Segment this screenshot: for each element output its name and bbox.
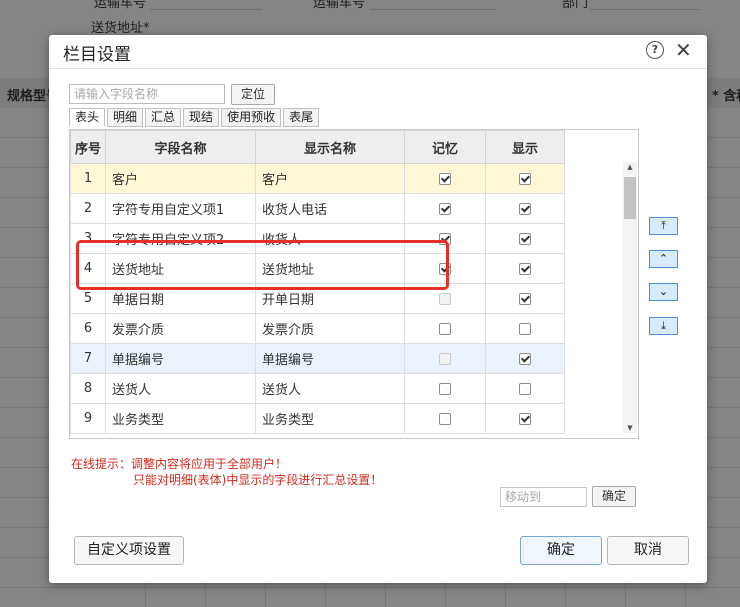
tab-detail[interactable]: 明细 [107,108,144,127]
tab-footer[interactable]: 表尾 [283,108,320,127]
row-display-name: 业务类型 [255,403,405,434]
close-icon[interactable]: ✕ [675,38,692,62]
memory-cell [404,313,486,344]
row-number: 6 [70,313,106,344]
row-number: 1 [70,163,106,194]
show-cell [485,193,565,224]
show-checkbox[interactable] [519,262,531,275]
show-checkbox[interactable] [519,172,531,185]
memory-checkbox[interactable] [439,412,451,425]
tab-header[interactable]: 表头 [69,108,106,127]
move-to-confirm-button[interactable]: 确定 [592,486,636,507]
row-number: 2 [70,193,106,224]
tab-summary[interactable]: 汇总 [145,108,182,127]
show-checkbox[interactable] [519,292,531,305]
memory-cell [404,403,486,434]
move-top-button[interactable]: ⤒ [649,217,678,235]
bg-label-address: 送货地址* [91,21,150,36]
move-to-input[interactable] [500,487,587,507]
column-settings-dialog: 栏目设置 ? ✕ 定位 表头 明细 汇总 现结 使用预收 表尾 序号 字段名称 … [49,35,707,583]
row-field-name: 送货人 [105,373,256,404]
show-cell [485,403,565,434]
move-down-button[interactable]: ⌄ [649,283,678,301]
row-display-name: 单据编号 [255,343,405,374]
row-display-name: 收货人电话 [255,193,405,224]
show-cell [485,283,565,314]
show-checkbox[interactable] [519,412,531,425]
scroll-thumb[interactable] [624,177,636,219]
scroll-up-icon[interactable]: ▲ [623,162,637,172]
col-header-no: 序号 [70,130,106,164]
row-number: 8 [70,373,106,404]
memory-cell [404,163,486,194]
col-header-show: 显示 [485,130,565,164]
dialog-title: 栏目设置 [63,45,131,65]
col-header-field: 字段名称 [105,130,256,164]
title-divider [49,68,707,69]
row-field-name: 发票介质 [105,313,256,344]
notice-line-2: 只能对明细(表体)中显示的字段进行汇总设置！ [133,473,383,487]
table-row[interactable]: 8 送货人 送货人 [70,373,565,404]
move-bottom-button[interactable]: ⤓ [649,317,678,335]
col-header-display: 显示名称 [255,130,405,164]
memory-checkbox [439,352,451,365]
memory-checkbox[interactable] [439,382,451,395]
field-search-input[interactable] [69,84,225,104]
row-display-name: 客户 [255,163,405,194]
show-cell [485,253,565,284]
col-header-memory: 记忆 [404,130,486,164]
show-checkbox[interactable] [519,232,531,245]
show-cell [485,313,565,344]
row-number: 9 [70,403,106,434]
help-icon[interactable]: ? [646,41,664,59]
table-row[interactable]: 1 客户 客户 [70,163,565,194]
show-cell [485,373,565,404]
tab-cash[interactable]: 现结 [183,108,220,127]
row-field-name: 业务类型 [105,403,256,434]
memory-cell [404,373,486,404]
show-checkbox[interactable] [519,382,531,395]
memory-checkbox[interactable] [439,172,451,185]
table-row[interactable]: 7 单据编号 单据编号 [70,343,565,374]
memory-cell [404,193,486,224]
move-up-button[interactable]: ⌃ [649,250,678,268]
grid-scrollbar[interactable]: ▲ ▼ [623,162,637,433]
row-field-name: 单据编号 [105,343,256,374]
table-row[interactable]: 6 发票介质 发票介质 [70,313,565,344]
show-checkbox[interactable] [519,202,531,215]
highlight-annotation [76,240,449,290]
bg-label-carno: 运输车号 [94,0,147,11]
custom-items-button[interactable]: 自定义项设置 [74,536,184,565]
row-display-name: 发票介质 [255,313,405,344]
row-field-name: 客户 [105,163,256,194]
memory-checkbox [439,292,451,305]
show-cell [485,223,565,254]
memory-cell [404,343,486,374]
notice-line-1: 在线提示：调整内容将应用于全部用户！ [71,457,288,471]
row-number: 7 [70,343,106,374]
tab-prepaid[interactable]: 使用预收 [221,108,282,127]
table-row[interactable]: 2 字符专用自定义项1 收货人电话 [70,193,565,224]
cancel-button[interactable]: 取消 [607,536,689,565]
scroll-down-icon[interactable]: ▼ [623,423,637,433]
show-cell [485,343,565,374]
locate-button[interactable]: 定位 [231,84,275,105]
table-row[interactable]: 9 业务类型 业务类型 [70,403,565,434]
memory-checkbox[interactable] [439,202,451,215]
grid-header-row: 序号 字段名称 显示名称 记忆 显示 [70,130,565,164]
bg-label-tax: * 含税 [712,89,740,104]
section-tabs: 表头 明细 汇总 现结 使用预收 表尾 [69,108,321,127]
row-field-name: 字符专用自定义项1 [105,193,256,224]
bg-label-dept: 部门 [562,0,589,11]
row-display-name: 送货人 [255,373,405,404]
show-checkbox[interactable] [519,322,531,335]
show-checkbox[interactable] [519,352,531,365]
memory-checkbox[interactable] [439,322,451,335]
show-cell [485,163,565,194]
bg-label-carno-2: 运输车号 [313,0,366,11]
ok-button[interactable]: 确定 [520,536,602,565]
